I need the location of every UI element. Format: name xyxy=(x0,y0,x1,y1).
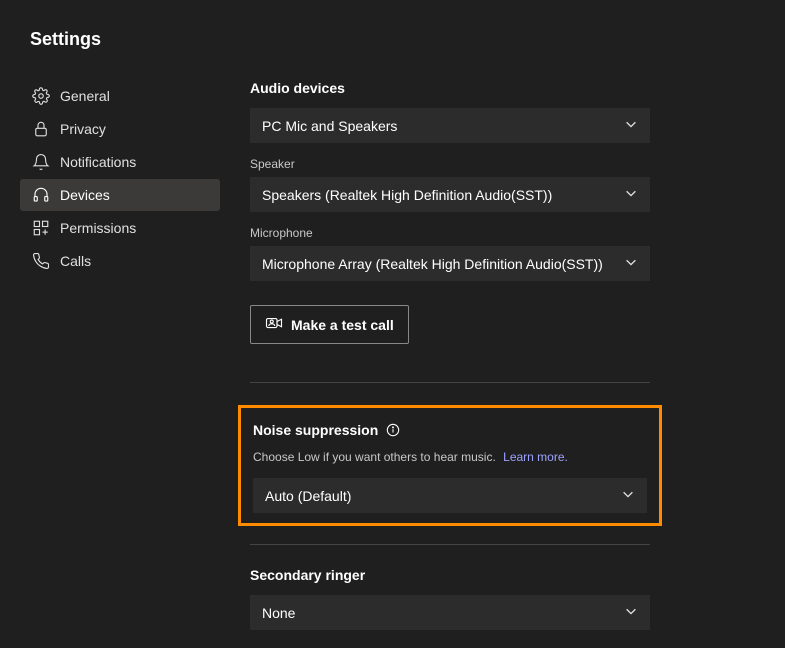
button-label: Make a test call xyxy=(291,317,394,333)
microphone-label: Microphone xyxy=(250,226,755,240)
main-content: Audio devices PC Mic and Speakers Speake… xyxy=(250,70,785,648)
camera-person-icon xyxy=(265,314,283,335)
learn-more-link[interactable]: Learn more. xyxy=(503,450,568,464)
select-value: Microphone Array (Realtek High Definitio… xyxy=(262,256,603,272)
chevron-down-icon xyxy=(624,186,638,203)
sidebar-item-general[interactable]: General xyxy=(20,80,220,112)
phone-icon xyxy=(32,252,50,270)
make-test-call-button[interactable]: Make a test call xyxy=(250,305,409,344)
select-value: Auto (Default) xyxy=(265,488,351,504)
noise-suppression-heading: Noise suppression xyxy=(253,422,378,438)
lock-icon xyxy=(32,120,50,138)
sidebar-item-calls[interactable]: Calls xyxy=(20,245,220,277)
microphone-select[interactable]: Microphone Array (Realtek High Definitio… xyxy=(250,246,650,281)
noise-suppression-highlight: Noise suppression Choose Low if you want… xyxy=(238,405,662,526)
audio-device-select[interactable]: PC Mic and Speakers xyxy=(250,108,650,143)
info-icon[interactable] xyxy=(386,423,400,437)
divider xyxy=(250,544,650,545)
audio-devices-heading: Audio devices xyxy=(250,80,755,96)
select-value: PC Mic and Speakers xyxy=(262,118,397,134)
chevron-down-icon xyxy=(624,117,638,134)
sidebar-item-devices[interactable]: Devices xyxy=(20,179,220,211)
noise-suppression-select[interactable]: Auto (Default) xyxy=(253,478,647,513)
close-icon[interactable] xyxy=(747,26,755,52)
page-title: Settings xyxy=(30,29,101,50)
divider xyxy=(250,382,650,383)
secondary-ringer-heading: Secondary ringer xyxy=(250,567,755,583)
sidebar-item-label: Notifications xyxy=(60,154,136,170)
sidebar-item-notifications[interactable]: Notifications xyxy=(20,146,220,178)
speaker-label: Speaker xyxy=(250,157,755,171)
apps-icon xyxy=(32,219,50,237)
noise-help-text: Choose Low if you want others to hear mu… xyxy=(253,450,496,464)
sidebar-item-permissions[interactable]: Permissions xyxy=(20,212,220,244)
sidebar: General Privacy Notifications Devices Pe xyxy=(20,70,220,648)
chevron-down-icon xyxy=(624,255,638,272)
sidebar-item-label: General xyxy=(60,88,110,104)
sidebar-item-label: Calls xyxy=(60,253,91,269)
select-value: Speakers (Realtek High Definition Audio(… xyxy=(262,187,552,203)
chevron-down-icon xyxy=(621,487,635,504)
select-value: None xyxy=(262,605,295,621)
bell-icon xyxy=(32,153,50,171)
chevron-down-icon xyxy=(624,604,638,621)
gear-icon xyxy=(32,87,50,105)
sidebar-item-label: Devices xyxy=(60,187,110,203)
speaker-select[interactable]: Speakers (Realtek High Definition Audio(… xyxy=(250,177,650,212)
sidebar-item-label: Privacy xyxy=(60,121,106,137)
secondary-ringer-select[interactable]: None xyxy=(250,595,650,630)
sidebar-item-label: Permissions xyxy=(60,220,136,236)
sidebar-item-privacy[interactable]: Privacy xyxy=(20,113,220,145)
headset-icon xyxy=(32,186,50,204)
